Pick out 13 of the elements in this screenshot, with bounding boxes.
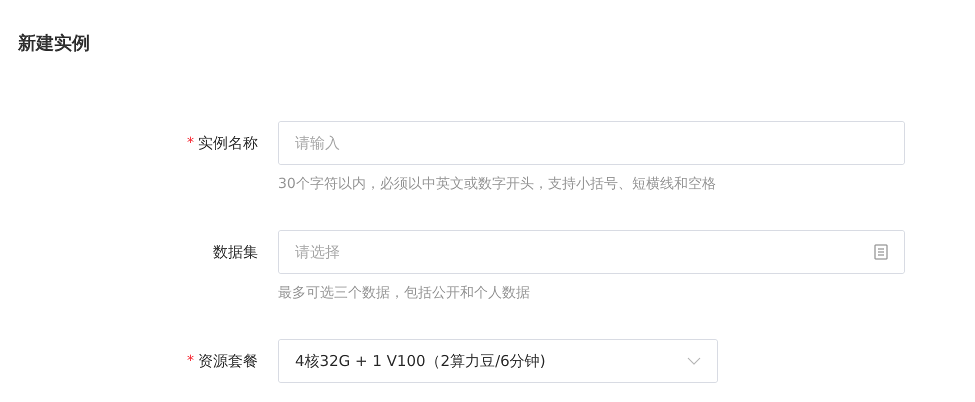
field-label: 数据集 — [213, 242, 258, 263]
required-asterisk: * — [187, 352, 194, 370]
help-text: 最多可选三个数据，包括公开和个人数据 — [278, 284, 531, 303]
list-icon[interactable] — [874, 244, 888, 260]
field-label: 实例名称 — [198, 132, 258, 154]
page-title: 新建实例 — [18, 32, 91, 56]
select-dropdown[interactable]: 4核32G + 1 V100（2算力豆/6分钟) — [278, 339, 718, 383]
text-field[interactable]: 请输入 — [278, 121, 905, 165]
field-label: 资源套餐 — [198, 350, 258, 372]
picker-field[interactable]: 请选择 — [278, 230, 905, 274]
required-asterisk: * — [187, 134, 194, 152]
chevron-down-icon[interactable] — [687, 357, 701, 365]
help-text: 30个字符以内，必须以中英文或数字开头，支持小括号、短横线和空格 — [278, 175, 717, 194]
